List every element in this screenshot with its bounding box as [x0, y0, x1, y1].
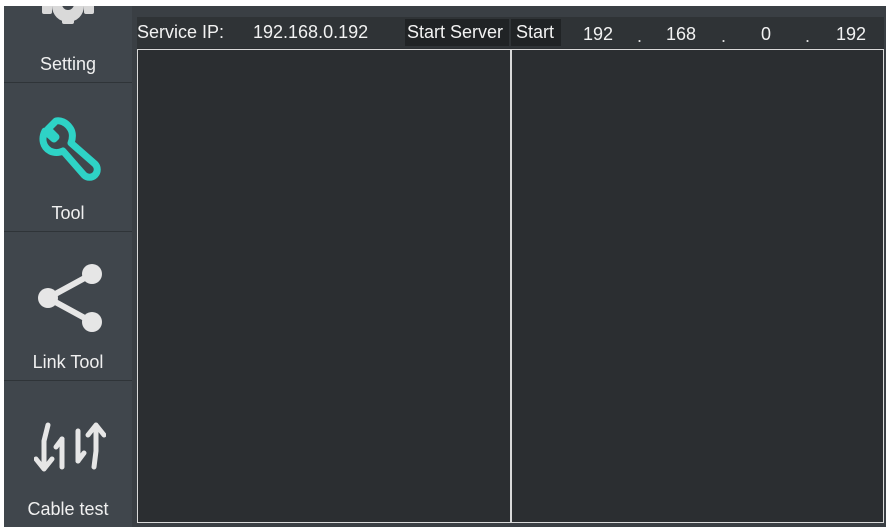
gear-icon [42, 6, 94, 24]
sidebar-item-label: Link Tool [32, 352, 104, 372]
sidebar-item-link-tool[interactable]: Link Tool [4, 232, 132, 380]
start-server-button[interactable]: Start Server [405, 19, 509, 46]
sidebar-item-label: Setting [39, 54, 97, 74]
service-ip-label: Service IP: [137, 22, 225, 42]
service-ip-value: 192.168.0.192 [253, 22, 369, 42]
app-window: Setting Tool Link Tool Cable test Servic… [4, 6, 886, 527]
sidebar-item-label: Cable test [27, 499, 109, 519]
ip-octet-3-input[interactable]: 0 [761, 24, 771, 45]
sidebar-item-setting[interactable]: Setting [4, 6, 132, 82]
toolbar: Service IP: 192.168.0.192 Start Server S… [137, 17, 884, 48]
main-content: Service IP: 192.168.0.192 Start Server S… [137, 17, 884, 523]
sidebar-item-cable-test[interactable]: Cable test [4, 381, 132, 527]
start-server-label: Start Server [407, 22, 504, 42]
ip-octet-1-input[interactable]: 192 [583, 24, 613, 45]
ip-separator: . [637, 26, 643, 46]
right-panel [511, 49, 884, 523]
left-panel [137, 49, 511, 523]
ip-separator: . [805, 26, 811, 46]
ip-octet-4-input[interactable]: 192 [836, 24, 866, 45]
sidebar-item-tool[interactable]: Tool [4, 83, 132, 231]
cable-test-icon [34, 422, 106, 472]
sidebar-item-label: Tool [51, 203, 85, 223]
share-icon [38, 264, 102, 332]
sidebar: Setting Tool Link Tool Cable test [4, 6, 132, 527]
ip-octet-2-input[interactable]: 168 [666, 24, 696, 45]
wrench-icon [39, 117, 101, 181]
start-button[interactable]: Start [511, 19, 561, 46]
ip-separator: . [721, 26, 727, 46]
start-label: Start [516, 22, 555, 42]
